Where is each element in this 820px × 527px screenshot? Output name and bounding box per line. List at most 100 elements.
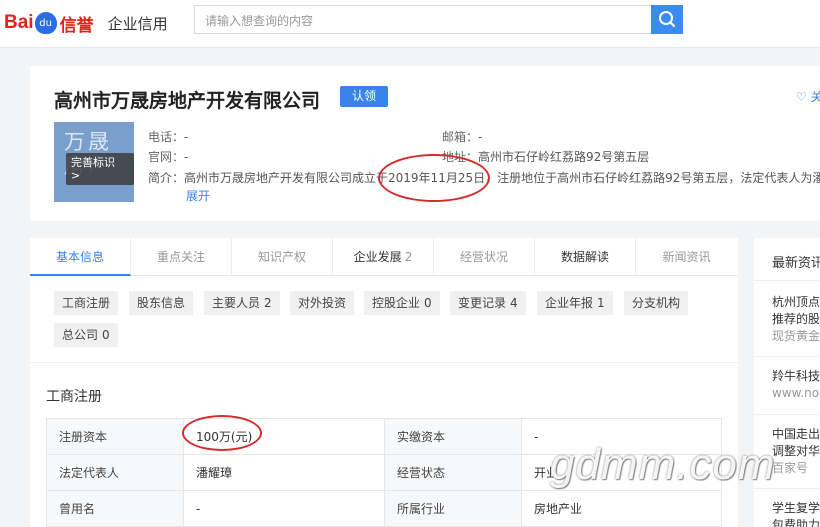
intro-text: 高州市万晟房地产开发有限公司成立于2019年11月25日，注册地位于高州市石仔岭… — [184, 171, 820, 185]
tab-basic-info[interactable]: 基本信息 — [30, 238, 131, 276]
annotation-circle-date — [378, 154, 490, 202]
chip-count: 1 — [597, 296, 605, 310]
chip-count: 0 — [424, 296, 432, 310]
cell-key: 曾用名 — [46, 490, 184, 527]
address-value: 高州市石仔岭红荔路92号第五层 — [478, 150, 650, 164]
chip-label: 企业年报 — [545, 296, 594, 310]
tab-label: 经营状况 — [459, 250, 508, 264]
annotation-circle-capital — [182, 415, 262, 451]
news-item[interactable]: 学生复学 包费助力 — [772, 500, 820, 527]
news-line: 调整对华 — [772, 444, 820, 458]
cell-key: 所属行业 — [384, 490, 522, 527]
tab-label: 数据解读 — [560, 250, 609, 264]
company-card: 高州市万晟房地产开发有限公司 认领 ♡ 关 万晟房产 完善标识 > 电话：- 邮… — [30, 66, 820, 221]
tab-operations[interactable]: 经营状况 — [434, 238, 535, 276]
tab-count: 2 — [404, 250, 413, 264]
chip-holdings[interactable]: 控股企业 0 — [364, 291, 440, 315]
chip-label: 控股企业 — [372, 296, 421, 310]
chip-branches[interactable]: 分支机构 — [624, 291, 689, 315]
cell-value: - — [183, 490, 385, 527]
search-input[interactable]: 请输入想查询的内容 — [194, 5, 651, 34]
intro-label: 简介： — [148, 171, 185, 185]
cell-key: 注册资本 — [46, 418, 184, 455]
email-value: - — [478, 130, 483, 144]
news-source: 现货黄金 — [772, 329, 820, 343]
chip-count: 4 — [510, 296, 518, 310]
watermark: gdmm.com — [550, 440, 776, 489]
chip-count: 0 — [102, 328, 110, 342]
badge-arrow: > — [71, 169, 81, 182]
news-line: 推荐的股 — [772, 312, 820, 326]
tab-label: 新闻资讯 — [662, 250, 711, 264]
chip-key-people[interactable]: 主要人员 2 — [204, 291, 280, 315]
website-label: 官网： — [148, 150, 185, 164]
news-title: 最新资讯 — [772, 256, 820, 271]
news-item[interactable]: 杭州顶点 推荐的股 现货黄金 — [772, 294, 820, 345]
news-line: 中国走出 — [772, 427, 820, 441]
chip-registration[interactable]: 工商注册 — [54, 291, 119, 315]
divider — [754, 280, 820, 281]
chip-change-log[interactable]: 变更记录 4 — [450, 291, 526, 315]
logo-bai: Bai — [4, 12, 34, 33]
email-info: 邮箱：- — [442, 128, 482, 145]
baidu-xinyu-logo[interactable]: Bai du 信誉 企业信用 — [4, 8, 168, 38]
tab-development[interactable]: 企业发展 2 — [333, 238, 434, 276]
logo-paw-icon: du — [34, 12, 57, 34]
news-source: 百家号 — [772, 461, 809, 475]
email-label: 邮箱： — [442, 130, 479, 144]
news-line: 包费助力 — [772, 518, 820, 527]
cell-value: 房地产业 — [521, 490, 722, 527]
divider — [30, 362, 738, 363]
cell-key: 实缴资本 — [384, 418, 522, 455]
chip-annual-report[interactable]: 企业年报 1 — [537, 291, 613, 315]
improve-badge-button[interactable]: 完善标识 > — [66, 153, 134, 185]
divider — [754, 414, 820, 415]
claim-button[interactable]: 认领 — [340, 86, 388, 107]
tab-bar: 基本信息 重点关注 知识产权 企业发展 2 经营状况 数据解读 新闻资讯 — [30, 238, 738, 276]
chip-label: 分支机构 — [632, 296, 681, 310]
logo-subtitle: 企业信用 — [107, 14, 168, 33]
chip-label: 变更记录 — [458, 296, 507, 310]
news-item[interactable]: 中国走出 调整对华 百家号 — [772, 426, 820, 477]
divider — [754, 356, 820, 357]
news-item[interactable]: 羚牛科技 www.no — [772, 368, 820, 402]
chip-label: 总公司 — [62, 328, 99, 342]
tab-label: 企业发展 — [353, 250, 402, 264]
phone-value: - — [184, 130, 189, 144]
news-source: www.no — [772, 386, 820, 400]
tab-news[interactable]: 新闻资讯 — [636, 238, 737, 276]
search-placeholder: 请输入想查询的内容 — [205, 14, 314, 28]
news-line: 杭州顶点 — [772, 295, 820, 309]
chip-label: 主要人员 — [212, 296, 261, 310]
badge-text: 完善标识 — [71, 156, 115, 169]
phone-info: 电话：- — [148, 128, 188, 145]
expand-link[interactable]: 展开 — [186, 187, 210, 204]
cell-key: 法定代表人 — [46, 454, 184, 491]
tab-data-analysis[interactable]: 数据解读 — [535, 238, 636, 276]
chip-shareholders[interactable]: 股东信息 — [129, 291, 194, 315]
news-line: 学生复学 — [772, 501, 820, 515]
search-button[interactable] — [651, 5, 683, 34]
table-row: 曾用名 - 所属行业 房地产业 — [46, 490, 722, 527]
top-bar: Bai du 信誉 企业信用 请输入想查询的内容 — [0, 0, 820, 48]
website-info: 官网：- — [148, 148, 188, 165]
search-icon — [659, 11, 676, 28]
tab-key-focus[interactable]: 重点关注 — [131, 238, 232, 276]
follow-button[interactable]: ♡ 关 — [796, 88, 820, 105]
tab-ip[interactable]: 知识产权 — [232, 238, 333, 276]
website-value: - — [184, 150, 189, 164]
chip-investments[interactable]: 对外投资 — [290, 291, 355, 315]
phone-label: 电话： — [148, 130, 185, 144]
chip-count: 2 — [264, 296, 272, 310]
chip-label: 对外投资 — [298, 296, 347, 310]
tab-label: 知识产权 — [257, 250, 306, 264]
chip-label: 股东信息 — [137, 296, 186, 310]
cell-key: 经营状态 — [384, 454, 522, 491]
company-name: 高州市万晟房地产开发有限公司 — [54, 90, 321, 112]
chip-label: 工商注册 — [62, 296, 111, 310]
news-line: 羚牛科技 — [772, 369, 820, 383]
tab-label: 基本信息 — [55, 250, 104, 264]
logo-xinyu: 信誉 — [59, 15, 94, 36]
chip-headquarters[interactable]: 总公司 0 — [54, 323, 118, 347]
legal-rep-link[interactable]: 潘耀璋 — [183, 454, 385, 491]
